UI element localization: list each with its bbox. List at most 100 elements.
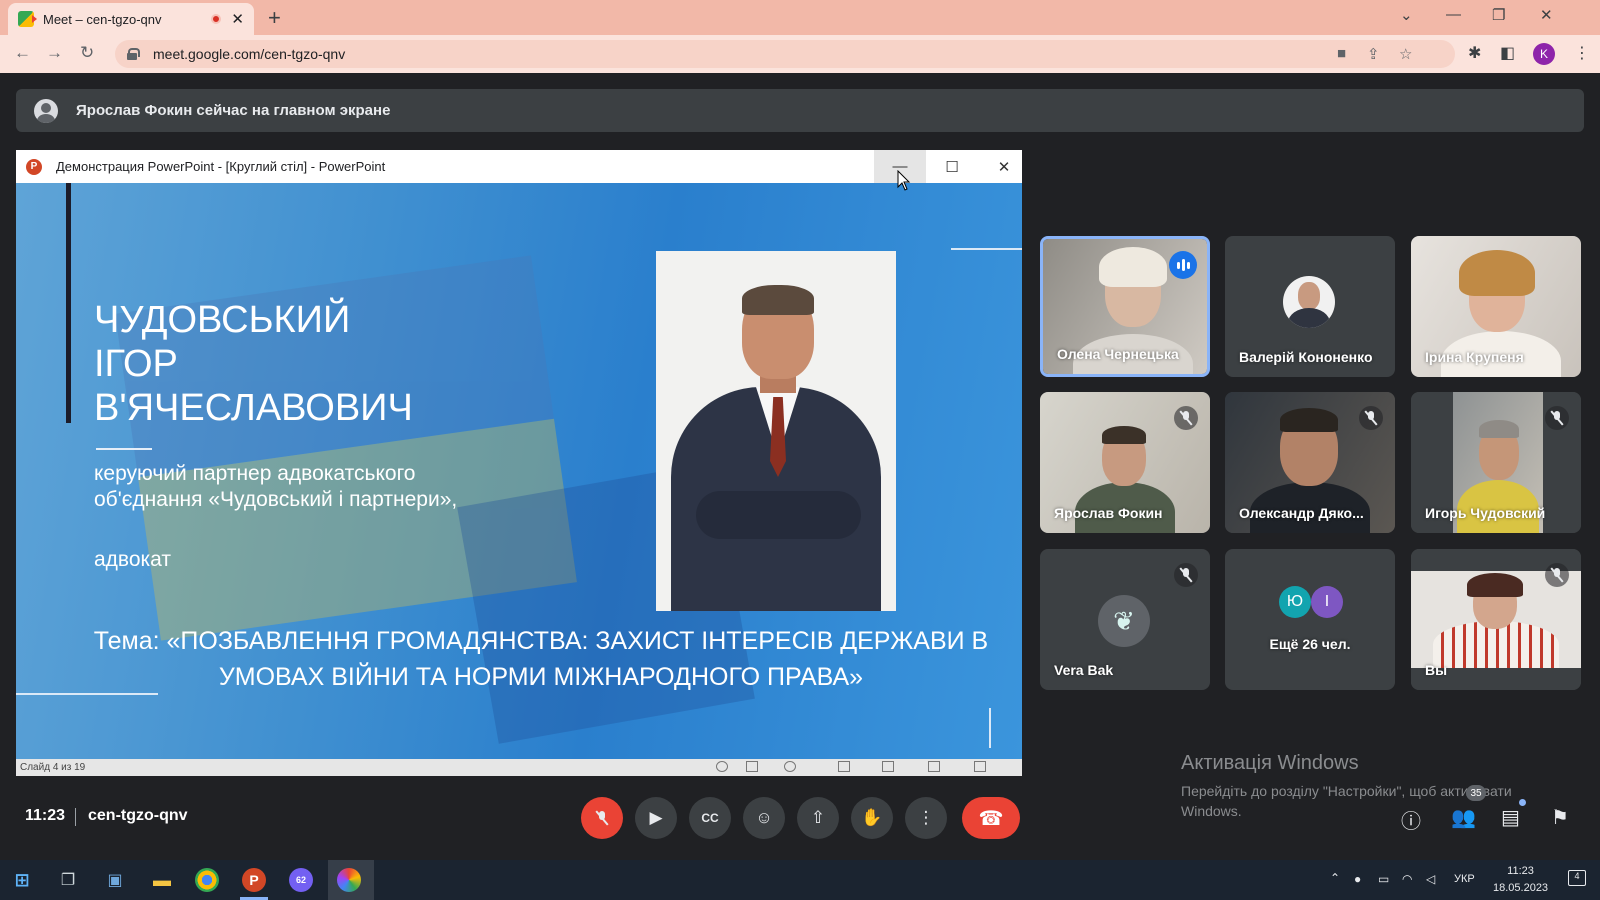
normal-view-icon[interactable] xyxy=(838,761,850,772)
leave-call-button[interactable]: ☎ xyxy=(962,797,1020,839)
participant-tile[interactable]: ❦ Vera Bak xyxy=(1040,549,1210,690)
participant-tile[interactable]: Ярослав Фокин xyxy=(1040,392,1210,533)
topic-line-2: УМОВАХ ВІЙНИ ТА НОРМИ МІЖНАРОДНОГО ПРАВА… xyxy=(218,663,864,691)
emoji-icon: ☺ xyxy=(755,808,773,827)
participant-name: Vera Bak xyxy=(1054,662,1114,678)
participant-name: Игорь Чудовский xyxy=(1425,505,1546,521)
window-restore-button[interactable]: ❐ xyxy=(1492,6,1505,24)
camera-icon: ▶ xyxy=(649,808,663,827)
muted-mic-icon xyxy=(1545,406,1569,430)
reading-view-icon[interactable] xyxy=(928,761,940,772)
volume-icon[interactable]: ◁ xyxy=(1426,872,1435,886)
powerpoint-window: P Демонстрация PowerPoint - [Круглий сті… xyxy=(16,150,1022,776)
captions-button[interactable]: CC xyxy=(689,797,731,839)
more-participants-tile[interactable]: Ю І Ещё 26 чел. xyxy=(1225,549,1395,690)
viber-icon[interactable]: 62 xyxy=(289,868,313,892)
speaker-profession: адвокат xyxy=(94,548,172,571)
share-icon[interactable]: ⇪ xyxy=(1367,45,1380,63)
bookmark-star-icon[interactable]: ☆ xyxy=(1399,45,1412,63)
chat-notification-dot xyxy=(1519,799,1526,806)
camera-button[interactable]: ▶ xyxy=(635,797,677,839)
activation-text: Перейдіть до розділу "Настройки", щоб ак… xyxy=(1181,783,1512,819)
tab-close-icon[interactable]: ✕ xyxy=(231,10,244,28)
speaker-surname: ЧУДОВСЬКИЙ xyxy=(94,299,351,341)
recording-indicator-icon xyxy=(211,14,222,24)
new-tab-button[interactable]: + xyxy=(268,5,281,31)
slide: ЧУДОВСЬКИЙ ІГОР В'ЯЧЕСЛАВОВИЧ керуючий п… xyxy=(16,183,1022,759)
camera-in-use-icon[interactable]: ■ xyxy=(1337,45,1346,62)
slideshow-icon[interactable] xyxy=(974,761,986,772)
participant-avatar xyxy=(1283,276,1335,328)
tab-search-icon[interactable]: ⌄ xyxy=(1400,6,1413,24)
hand-icon: ✋ xyxy=(861,808,883,827)
meeting-details-icon[interactable]: ⓘ xyxy=(1401,805,1421,834)
reload-icon[interactable]: ↻ xyxy=(80,43,94,63)
powerpoint-taskbar-icon[interactable]: P xyxy=(242,868,266,892)
user-icon xyxy=(34,98,58,123)
present-icon: ⇧ xyxy=(810,808,826,827)
slide-sorter-icon[interactable] xyxy=(882,761,894,772)
activities-icon[interactable]: ⚑ xyxy=(1551,805,1569,830)
notes-icon[interactable] xyxy=(746,761,758,772)
participant-avatar: І xyxy=(1311,586,1343,618)
mic-off-icon xyxy=(597,811,607,825)
participant-name: Олександр Дяко... xyxy=(1239,505,1364,521)
speaker-first-name: ІГОР xyxy=(94,343,178,385)
people-icon[interactable]: 👥 xyxy=(1451,805,1476,830)
participant-tile[interactable]: Валерій Кононенко xyxy=(1225,236,1395,377)
slide-topic: Тема: «ПОЗБАВЛЕННЯ ГРОМАДЯНСТВА: ЗАХИСТ … xyxy=(76,623,1006,695)
window-close-button[interactable]: ✕ xyxy=(1540,6,1553,24)
side-panel-icon[interactable]: ◧ xyxy=(1500,43,1515,63)
participant-tile[interactable]: Игорь Чудовский xyxy=(1411,392,1581,533)
participant-name: Олена Чернецька xyxy=(1057,346,1179,362)
reactions-button[interactable]: ☺ xyxy=(743,797,785,839)
chrome-profile-icon[interactable] xyxy=(337,868,361,892)
participant-tile[interactable]: Олександр Дяко... xyxy=(1225,392,1395,533)
participant-tile[interactable]: Ірина Крупеня xyxy=(1411,236,1581,377)
participant-tile[interactable]: Вы xyxy=(1411,549,1581,690)
participant-name: Ірина Крупеня xyxy=(1425,349,1524,365)
people-count-badge: 35 xyxy=(1466,785,1486,801)
file-explorer-icon[interactable]: ▬ xyxy=(148,866,176,894)
windows-start-icon[interactable]: ⊞ xyxy=(8,866,36,894)
prev-slide-icon[interactable] xyxy=(716,761,728,772)
ppt-maximize-button[interactable]: ☐ xyxy=(926,150,978,183)
browser-menu-icon[interactable]: ⋮ xyxy=(1574,43,1590,63)
raise-hand-button[interactable]: ✋ xyxy=(851,797,893,839)
language-indicator[interactable]: УКР xyxy=(1454,873,1475,885)
more-participants-label: Ещё 26 чел. xyxy=(1269,636,1351,652)
next-slide-icon[interactable] xyxy=(784,761,796,772)
save-disk-icon[interactable]: ▣ xyxy=(101,866,129,894)
browser-tab-bar: Meet – cen-tgzo-qnv ✕ + ⌄ — ❐ ✕ xyxy=(0,0,1600,35)
task-view-icon[interactable]: ❐ xyxy=(54,866,82,894)
participant-tile[interactable]: Олена Чернецька xyxy=(1040,236,1210,377)
battery-icon[interactable]: ▭ xyxy=(1378,872,1389,886)
microphone-off-button[interactable] xyxy=(581,797,623,839)
present-screen-button[interactable]: ⇧ xyxy=(797,797,839,839)
taskbar-clock[interactable]: 11:23 18.05.2023 xyxy=(1493,863,1548,897)
show-hidden-icons[interactable]: ⌃ xyxy=(1330,871,1340,885)
tab-title: Meet – cen-tgzo-qnv xyxy=(43,11,162,27)
address-bar-row: ← → ↻ meet.google.com/cen-tgzo-qnv ■ ⇪ ☆ xyxy=(0,35,1600,73)
chat-icon[interactable]: ▤ xyxy=(1501,805,1520,830)
slide-decor-line xyxy=(16,693,158,695)
lock-icon[interactable] xyxy=(127,48,140,60)
profile-avatar[interactable]: K xyxy=(1533,43,1555,65)
notification-center-icon[interactable]: 4 xyxy=(1568,870,1586,886)
forward-arrow-icon[interactable]: → xyxy=(46,43,63,63)
participant-name: Ярослав Фокин xyxy=(1054,505,1163,521)
window-minimize-button[interactable]: — xyxy=(1446,6,1461,23)
wifi-icon[interactable]: ◠ xyxy=(1402,872,1412,886)
back-arrow-icon[interactable]: ← xyxy=(14,43,31,63)
extensions-puzzle-icon[interactable]: ✱ xyxy=(1468,43,1481,63)
chrome-icon[interactable] xyxy=(195,868,219,892)
presenting-banner: Ярослав Фокин сейчас на главном экране xyxy=(16,89,1584,132)
parrot-avatar-icon: ❦ xyxy=(1098,595,1150,647)
ppt-close-button[interactable]: ✕ xyxy=(978,150,1030,183)
clock-time: 11:23 xyxy=(1507,865,1534,877)
participant-avatar: Ю xyxy=(1279,586,1311,618)
more-options-button[interactable]: ⋮ xyxy=(905,797,947,839)
tray-mic-icon[interactable]: ● xyxy=(1354,872,1361,886)
url-field[interactable]: meet.google.com/cen-tgzo-qnv ■ ⇪ ☆ xyxy=(115,40,1455,68)
browser-tab[interactable]: Meet – cen-tgzo-qnv ✕ xyxy=(8,3,254,35)
